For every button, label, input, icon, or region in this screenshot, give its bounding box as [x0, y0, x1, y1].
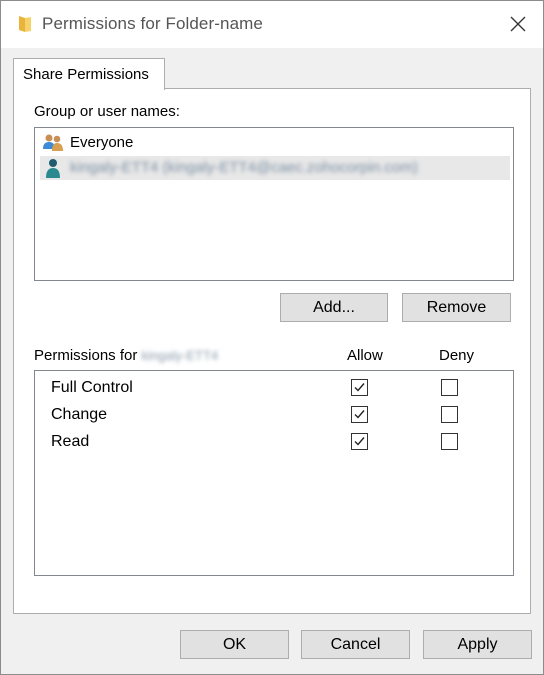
- permissions-list: Full Control Change Read: [34, 370, 514, 576]
- allow-checkbox[interactable]: [351, 379, 368, 396]
- checkmark-icon: [354, 437, 365, 446]
- apply-button[interactable]: Apply: [423, 630, 532, 659]
- list-item-user[interactable]: kingaly-ETT4 (kingaly-ETT4@caec.zohocorp…: [40, 156, 510, 180]
- allow-checkbox[interactable]: [351, 433, 368, 450]
- title-bar: Permissions for Folder-name: [1, 1, 543, 48]
- tab-share-permissions[interactable]: Share Permissions: [13, 58, 165, 90]
- deny-header: Deny: [439, 347, 475, 364]
- permission-name: Change: [51, 406, 108, 423]
- folder-icon: [19, 16, 31, 32]
- permissions-for-user: kingaly-ETT4: [141, 348, 219, 363]
- checkmark-icon: [354, 410, 365, 419]
- permission-row-full-control: Full Control: [35, 375, 513, 402]
- deny-checkbox[interactable]: [441, 379, 458, 396]
- user-listbox[interactable]: Everyone kingaly-ETT4 (kingaly-ETT4@caec…: [34, 127, 514, 281]
- permission-name: Full Control: [51, 379, 133, 396]
- allow-checkbox[interactable]: [351, 406, 368, 423]
- tab-label: Share Permissions: [23, 66, 149, 83]
- group-user-label: Group or user names:: [34, 103, 180, 120]
- share-permissions-panel: Group or user names: Everyone kingaly-ET…: [13, 88, 531, 614]
- permission-row-change: Change: [35, 402, 513, 429]
- users-group-icon: [43, 134, 63, 151]
- list-item-label: Everyone: [70, 134, 134, 151]
- user-icon: [46, 159, 60, 178]
- window-title: Permissions for Folder-name: [42, 14, 263, 33]
- ok-button[interactable]: OK: [180, 630, 289, 659]
- close-icon[interactable]: [505, 11, 531, 37]
- permission-name: Read: [51, 433, 90, 450]
- deny-checkbox[interactable]: [441, 406, 458, 423]
- add-button[interactable]: Add...: [280, 293, 388, 322]
- remove-button[interactable]: Remove: [402, 293, 511, 322]
- list-item-everyone[interactable]: Everyone: [40, 131, 510, 155]
- permissions-for-label: Permissions for kingaly-ETT4: [34, 347, 218, 364]
- permissions-for-prefix: Permissions for: [34, 347, 138, 364]
- permission-row-read: Read: [35, 429, 513, 456]
- allow-header: Allow: [347, 347, 383, 364]
- deny-checkbox[interactable]: [441, 433, 458, 450]
- list-item-label: kingaly-ETT4 (kingaly-ETT4@caec.zohocorp…: [70, 159, 418, 176]
- permissions-dialog: Permissions for Folder-name Share Permis…: [0, 0, 544, 675]
- checkmark-icon: [354, 383, 365, 392]
- cancel-button[interactable]: Cancel: [301, 630, 410, 659]
